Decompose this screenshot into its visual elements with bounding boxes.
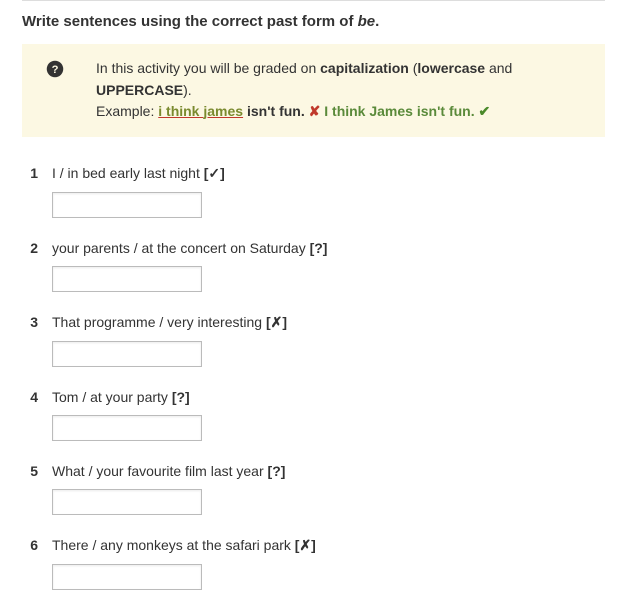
question-prompt: your parents / at the concert on Saturda… <box>52 240 327 256</box>
answer-input-4[interactable] <box>52 415 202 441</box>
prompt-row: 4 Tom / at your party [?] <box>22 389 605 405</box>
question-number: 2 <box>22 240 52 256</box>
answer-row <box>22 192 605 218</box>
info-box: ? In this activity you will be graded on… <box>22 44 605 137</box>
heading-word: be <box>358 13 376 30</box>
info-text: In this activity you will be graded on c… <box>96 58 587 123</box>
questions-list: 1 I / in bed early last night [✓] 2 your… <box>0 165 627 590</box>
prompt-row: 3 That programme / very interesting [✗] <box>22 314 605 331</box>
prompt-row: 2 your parents / at the concert on Satur… <box>22 240 605 256</box>
instructions-heading: Write sentences using the correct past f… <box>0 13 627 44</box>
prompt-text: That programme / very interesting <box>52 314 266 330</box>
question-prompt: I / in bed early last night [✓] <box>52 165 225 182</box>
question-item: 1 I / in bed early last night [✓] <box>22 165 605 218</box>
example-wrong-1: i think <box>158 103 203 119</box>
question-prompt: There / any monkeys at the safari park [… <box>52 537 316 554</box>
answer-input-6[interactable] <box>52 564 202 590</box>
prompt-text: your parents / at the concert on Saturda… <box>52 240 310 256</box>
answer-row <box>22 415 605 441</box>
answer-input-5[interactable] <box>52 489 202 515</box>
check-icon: ✔ <box>479 103 491 119</box>
question-number: 4 <box>22 389 52 405</box>
prompt-row: 6 There / any monkeys at the safari park… <box>22 537 605 554</box>
answer-input-2[interactable] <box>52 266 202 292</box>
question-prompt: What / your favourite film last year [?] <box>52 463 285 479</box>
question-item: 3 That programme / very interesting [✗] <box>22 314 605 367</box>
example-right: I think James isn't fun. <box>324 103 478 119</box>
example-label: Example: <box>96 103 158 119</box>
answer-row <box>22 266 605 292</box>
info-l1b: capitalization <box>320 60 409 76</box>
info-l1g: ). <box>183 82 192 98</box>
prompt-symbol: [?] <box>310 240 328 256</box>
info-l1d: lowercase <box>417 60 485 76</box>
prompt-symbol: [✓] <box>204 165 225 181</box>
heading-suffix: . <box>375 13 379 30</box>
cross-icon: ✘ <box>305 103 325 119</box>
info-l1e: and <box>485 60 512 76</box>
answer-row <box>22 341 605 367</box>
answer-input-1[interactable] <box>52 192 202 218</box>
question-item: 6 There / any monkeys at the safari park… <box>22 537 605 590</box>
answer-input-3[interactable] <box>52 341 202 367</box>
question-prompt: Tom / at your party [?] <box>52 389 190 405</box>
prompt-symbol: [?] <box>172 389 190 405</box>
prompt-row: 1 I / in bed early last night [✓] <box>22 165 605 182</box>
heading-prefix: Write sentences using the correct past f… <box>22 13 358 30</box>
prompt-text: Tom / at your party <box>52 389 172 405</box>
question-prompt: That programme / very interesting [✗] <box>52 314 287 331</box>
prompt-symbol: [?] <box>268 463 286 479</box>
example-wrong-3: isn't fun. <box>243 103 305 119</box>
prompt-symbol: [✗] <box>295 537 316 553</box>
prompt-row: 5 What / your favourite film last year [… <box>22 463 605 479</box>
prompt-text: What / your favourite film last year <box>52 463 268 479</box>
answer-row <box>22 489 605 515</box>
answer-row <box>22 564 605 590</box>
top-divider <box>22 0 605 1</box>
question-item: 2 your parents / at the concert on Satur… <box>22 240 605 292</box>
prompt-text: I / in bed early last night <box>52 165 204 181</box>
example-wrong-2: james <box>203 103 243 119</box>
info-l1f: UPPERCASE <box>96 82 183 98</box>
help-icon: ? <box>40 58 96 123</box>
question-number: 6 <box>22 537 52 553</box>
question-item: 4 Tom / at your party [?] <box>22 389 605 441</box>
question-number: 3 <box>22 314 52 330</box>
prompt-symbol: [✗] <box>266 314 287 330</box>
question-number: 1 <box>22 165 52 181</box>
question-number: 5 <box>22 463 52 479</box>
svg-text:?: ? <box>52 64 59 76</box>
prompt-text: There / any monkeys at the safari park <box>52 537 295 553</box>
question-item: 5 What / your favourite film last year [… <box>22 463 605 515</box>
info-l1a: In this activity you will be graded on <box>96 60 320 76</box>
